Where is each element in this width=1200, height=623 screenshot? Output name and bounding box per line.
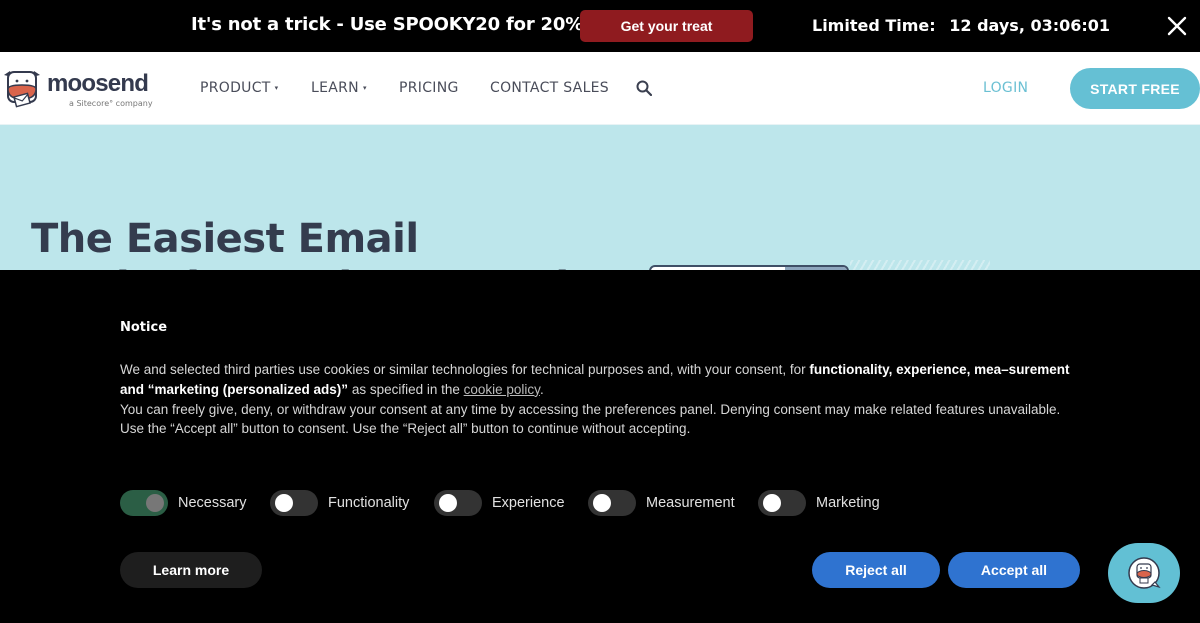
promo-timer: Limited Time: 12 days, 03:06:01	[812, 16, 1110, 35]
nav-learn[interactable]: LEARN ▾	[311, 80, 367, 96]
search-icon[interactable]	[636, 80, 652, 96]
notice-paragraph-3: Use the “Accept all” button to consent. …	[120, 421, 691, 437]
cookie-notice-text: We and selected third parties use cookie…	[120, 360, 1080, 439]
toggle-label: Functionality	[328, 495, 410, 511]
cookie-policy-link[interactable]: cookie policy	[464, 382, 540, 397]
timer-value: 12 days, 03:06:01	[949, 16, 1111, 35]
toggle-label: Measurement	[646, 495, 735, 511]
login-link[interactable]: LOGIN	[983, 80, 1028, 96]
site-header: moosend a Sitecore° company PRODUCT ▾ LEA…	[0, 52, 1200, 125]
chevron-down-icon: ▾	[274, 84, 279, 92]
notice-text-part: as specified in the	[348, 381, 464, 397]
cow-logo-icon	[4, 71, 40, 108]
toggle-necessary[interactable]: Necessary	[120, 490, 247, 516]
nav-contact-sales[interactable]: CONTACT SALES	[490, 80, 609, 96]
chevron-down-icon: ▾	[362, 84, 367, 92]
toggle-marketing[interactable]: Marketing	[758, 490, 880, 516]
notice-text-part: We and selected third parties use cookie…	[120, 362, 810, 377]
toggle-functionality[interactable]: Functionality	[270, 490, 409, 516]
toggle-switch[interactable]	[434, 490, 482, 516]
promo-bar: It's not a trick - Use SPOOKY20 for 20% …	[0, 0, 1200, 52]
toggle-experience[interactable]: Experience	[434, 490, 565, 516]
toggle-label: Necessary	[178, 495, 247, 511]
close-icon[interactable]	[1165, 14, 1189, 38]
reject-all-button[interactable]: Reject all	[812, 552, 940, 588]
toggle-label: Marketing	[816, 495, 880, 511]
toggle-measurement[interactable]: Measurement	[588, 490, 735, 516]
hero-section: The Easiest Email Marketing and Automati…	[0, 125, 1200, 271]
start-free-button[interactable]: START FREE	[1070, 68, 1200, 109]
toggle-label: Experience	[492, 495, 565, 511]
nav-product-label: PRODUCT	[200, 80, 271, 96]
hero-title-line1: The Easiest Email	[31, 216, 419, 262]
toggle-switch[interactable]	[758, 490, 806, 516]
nav-learn-label: LEARN	[311, 80, 359, 96]
chat-widget-button[interactable]	[1108, 543, 1180, 603]
hero-title: The Easiest Email Marketing and Automati…	[31, 215, 624, 271]
timer-label: Limited Time:	[812, 16, 936, 35]
logo-subtitle: a Sitecore° company	[69, 99, 153, 108]
cookie-consent-banner: Notice We and selected third parties use…	[0, 270, 1200, 623]
notice-paragraph-2: You can freely give, deny, or withdraw y…	[120, 401, 1061, 417]
toggle-switch[interactable]	[588, 490, 636, 516]
logo-wordmark: moosend	[47, 70, 149, 97]
promo-text: It's not a trick - Use SPOOKY20 for 20% …	[191, 14, 625, 35]
moosend-logo[interactable]: moosend a Sitecore° company	[0, 65, 160, 113]
toggle-switch[interactable]	[120, 490, 168, 516]
nav-product[interactable]: PRODUCT ▾	[200, 80, 278, 96]
toggle-switch[interactable]	[270, 490, 318, 516]
get-your-treat-button[interactable]: Get your treat	[580, 10, 753, 42]
nav-pricing[interactable]: PRICING	[399, 80, 459, 96]
learn-more-button[interactable]: Learn more	[120, 552, 262, 588]
notice-text-part: .	[539, 381, 544, 397]
accept-all-button[interactable]: Accept all	[948, 552, 1080, 588]
cookie-notice-title: Notice	[120, 320, 168, 335]
cow-chat-icon	[1128, 557, 1161, 589]
